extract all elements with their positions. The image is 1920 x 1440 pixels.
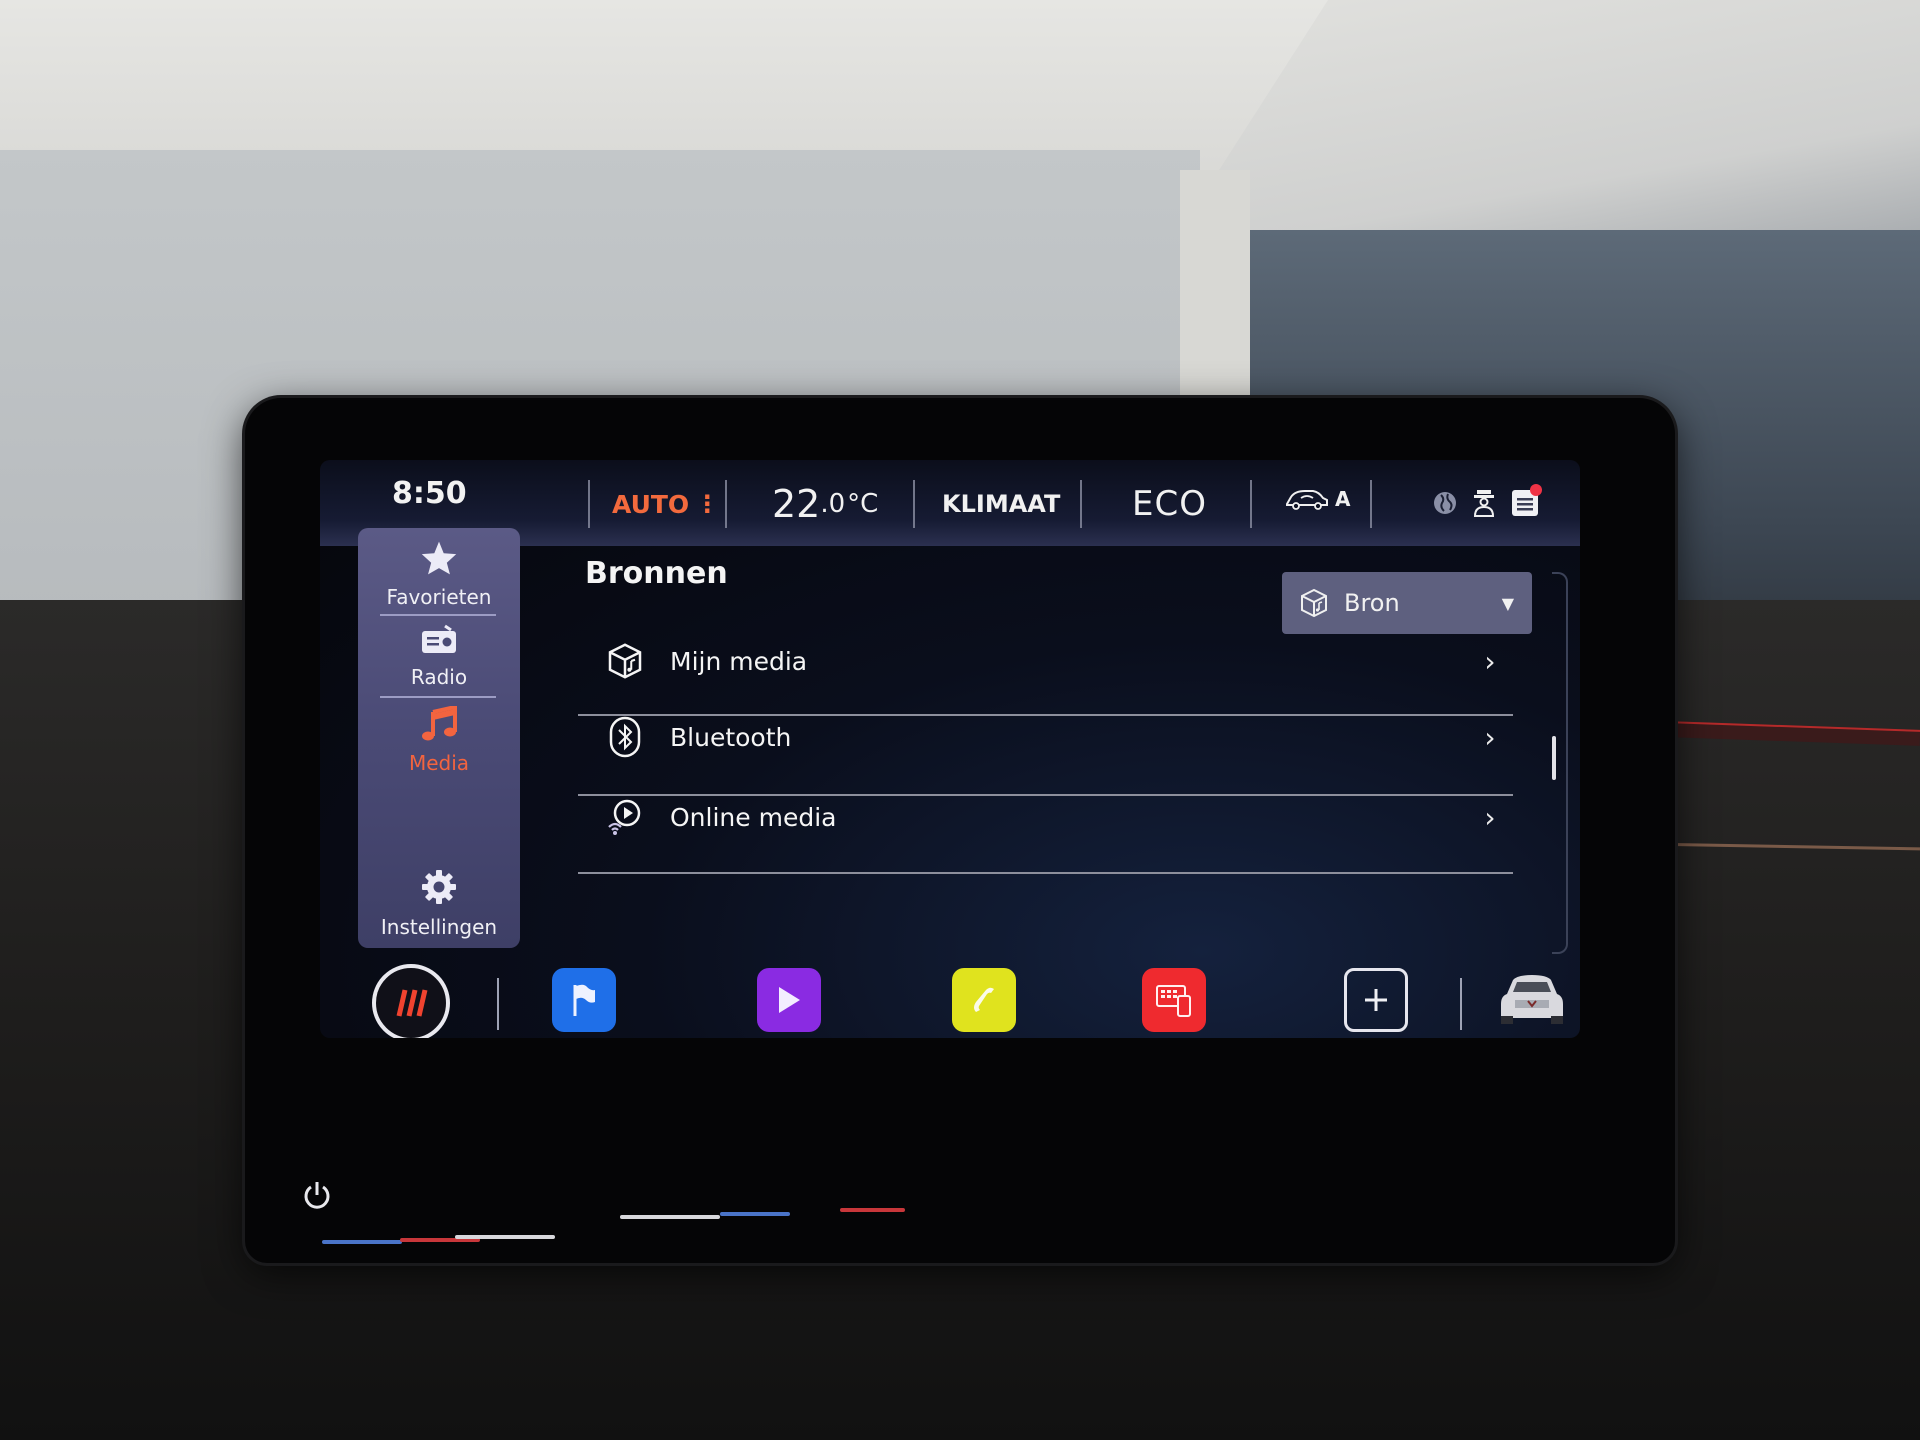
list-item-mijn-media[interactable]: Mijn media › bbox=[580, 622, 1510, 700]
chevron-down-icon: ▼ bbox=[1501, 593, 1514, 613]
sidebar-item-label: Media bbox=[408, 751, 470, 775]
led-indicator bbox=[840, 1208, 905, 1212]
sidebar: Favorieten Radio Media Instellingen bbox=[358, 528, 520, 948]
add-app-button[interactable] bbox=[1344, 968, 1408, 1032]
sidebar-item-label: Radio bbox=[410, 665, 468, 689]
source-dropdown-label: Bron bbox=[1344, 589, 1400, 617]
play-icon bbox=[779, 987, 800, 1013]
page-title: Bronnen bbox=[585, 556, 728, 591]
sidebar-item-favorieten[interactable]: Favorieten bbox=[358, 540, 520, 609]
air-recirculation-button[interactable]: A bbox=[1285, 486, 1350, 512]
car-air-recirculation-icon bbox=[1286, 490, 1328, 510]
vehicle-button[interactable] bbox=[1492, 968, 1572, 1032]
temperature-decimal: .0 bbox=[820, 489, 846, 519]
sidebar-item-label: Favorieten bbox=[386, 585, 492, 609]
bluetooth-icon bbox=[580, 716, 670, 758]
sidebar-divider bbox=[380, 614, 496, 616]
air-recirculation-label: A bbox=[1335, 487, 1351, 511]
drive-mode-button[interactable]: ECO bbox=[1132, 480, 1207, 528]
led-indicator bbox=[720, 1212, 790, 1216]
media-box-icon bbox=[580, 641, 670, 681]
media-box-icon bbox=[1298, 587, 1330, 619]
temperature-value: 22 bbox=[772, 482, 821, 526]
sidebar-item-media[interactable]: Media bbox=[358, 704, 520, 775]
globe-icon bbox=[1434, 492, 1456, 514]
sidebar-item-label: Instellingen bbox=[380, 915, 498, 939]
chevron-right-icon: › bbox=[1484, 644, 1496, 678]
sidebar-item-radio[interactable]: Radio bbox=[358, 624, 520, 689]
music-note-icon bbox=[422, 704, 457, 741]
climate-mode-button[interactable]: AUTO ⋮ bbox=[612, 480, 719, 528]
app-dock bbox=[320, 950, 1580, 1038]
gear-icon bbox=[422, 870, 456, 904]
list-item-online-media[interactable]: Online media › bbox=[580, 778, 1510, 856]
profile-button[interactable] bbox=[1472, 488, 1496, 518]
home-button[interactable] bbox=[372, 964, 450, 1038]
divider bbox=[1370, 480, 1372, 528]
list-item-label: Bluetooth bbox=[670, 722, 792, 752]
led-indicator bbox=[322, 1240, 402, 1244]
app-connect-button[interactable] bbox=[1142, 968, 1206, 1032]
divider bbox=[1250, 480, 1252, 528]
media-app-button[interactable] bbox=[757, 968, 821, 1032]
vertical-dots-icon: ⋮ bbox=[695, 490, 720, 518]
brand-stripes-icon bbox=[396, 989, 428, 1017]
climate-mode-label: AUTO bbox=[612, 489, 690, 519]
sidebar-item-instellingen[interactable]: Instellingen bbox=[358, 868, 520, 939]
flag-icon bbox=[573, 984, 595, 1016]
power-button[interactable] bbox=[300, 1178, 334, 1216]
divider bbox=[913, 480, 915, 528]
online-media-icon bbox=[580, 797, 670, 837]
phone-app-button[interactable] bbox=[952, 968, 1016, 1032]
power-icon bbox=[304, 1182, 330, 1209]
notification-badge bbox=[1530, 484, 1542, 496]
clock: 8:50 bbox=[392, 476, 467, 511]
list-item-label: Mijn media bbox=[670, 646, 808, 676]
globe-button[interactable] bbox=[1432, 490, 1458, 516]
car-icon bbox=[1501, 975, 1563, 1024]
dock-divider bbox=[1460, 978, 1462, 1030]
plus-icon bbox=[1365, 989, 1387, 1011]
star-icon bbox=[421, 541, 457, 575]
list-item-label: Online media bbox=[670, 802, 837, 832]
temperature-unit: °C bbox=[847, 489, 879, 519]
phone-icon bbox=[974, 987, 994, 1012]
row-divider bbox=[578, 872, 1513, 874]
scrollbar-thumb[interactable] bbox=[1552, 736, 1556, 780]
divider bbox=[1080, 480, 1082, 528]
app-connect-icon bbox=[1156, 985, 1191, 1017]
navigation-app-button[interactable] bbox=[552, 968, 616, 1032]
chevron-right-icon: › bbox=[1484, 800, 1496, 834]
divider bbox=[588, 480, 590, 528]
chevron-right-icon: › bbox=[1484, 720, 1496, 754]
infotainment-screen: 8:50 AUTO ⋮ 22 .0 °C KLIMAAT ECO A Favor… bbox=[320, 460, 1580, 1038]
temperature-slider-left[interactable] bbox=[455, 1235, 555, 1239]
divider bbox=[725, 480, 727, 528]
radio-icon bbox=[422, 624, 456, 653]
temperature-slider-right[interactable] bbox=[620, 1215, 720, 1219]
climate-button[interactable]: KLIMAAT bbox=[942, 480, 1060, 528]
notifications-button[interactable] bbox=[1510, 484, 1542, 518]
dock-divider bbox=[497, 978, 499, 1030]
sidebar-divider bbox=[380, 696, 496, 698]
user-profile-icon bbox=[1473, 490, 1495, 517]
list-item-bluetooth[interactable]: Bluetooth › bbox=[580, 698, 1510, 776]
temperature-display[interactable]: 22 .0 °C bbox=[772, 480, 878, 528]
